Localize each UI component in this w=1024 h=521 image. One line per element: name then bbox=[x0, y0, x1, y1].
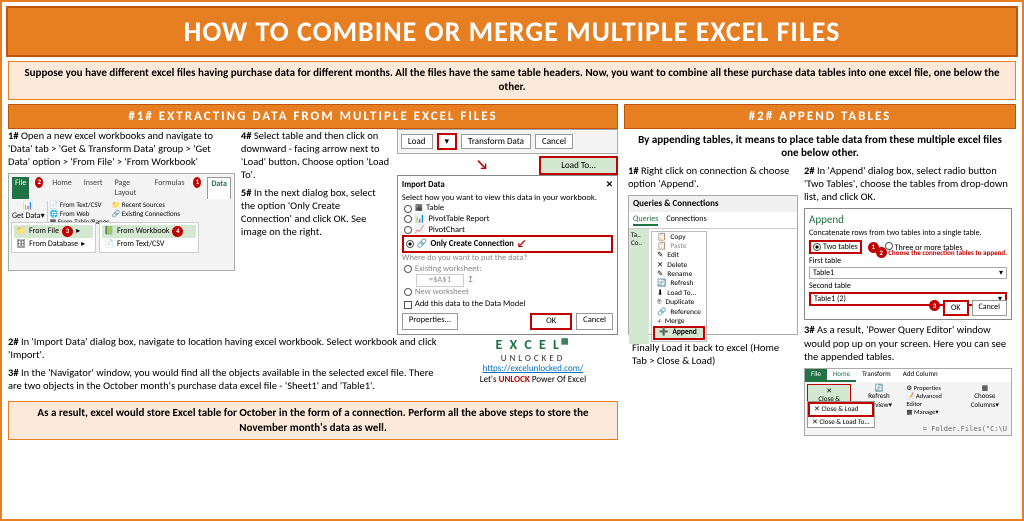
arrow-icon: ↘ bbox=[476, 156, 488, 174]
ctx-paste: 📋 Paste bbox=[653, 242, 705, 251]
first-table-select: Table1▾ bbox=[809, 267, 1007, 279]
append-ok: OK bbox=[943, 300, 968, 316]
import-data-dialog: Import Data ✕ Select how you want to view… bbox=[397, 175, 618, 335]
radio-two-tables: Two tables bbox=[809, 240, 862, 254]
badge-r3: 3 bbox=[929, 300, 940, 311]
badge-3: 3 bbox=[62, 226, 73, 237]
append-title: Append bbox=[809, 213, 1007, 227]
where-label: Where do you want to put the data? bbox=[402, 253, 613, 264]
badge-4: 4 bbox=[172, 226, 183, 237]
pq-props: ⚙ Properties bbox=[906, 384, 956, 392]
opt-pivot: PivotTable Report bbox=[429, 214, 490, 225]
formula-bar: = Folder.Files("C:\U bbox=[923, 425, 1007, 434]
ribbon-tab-insert: Insert bbox=[81, 177, 106, 199]
second-table-label: Second table bbox=[809, 281, 851, 291]
ctx-delete: ✕ Delete bbox=[653, 261, 705, 270]
step2-2: 2# In 'Append' dialog box, select radio … bbox=[804, 164, 1012, 203]
load-toolbar: Load ▾ Transform Data Cancel bbox=[397, 129, 618, 154]
badge-1: 1 bbox=[193, 177, 201, 188]
ctx-duplicate: ⌾ Duplicate bbox=[653, 298, 705, 307]
opt-chart: PivotChart bbox=[429, 225, 465, 236]
section2-intro: By appending tables, it means to place t… bbox=[624, 129, 1016, 165]
tab-connections: Connections bbox=[666, 214, 706, 226]
ribbon-tab-file: File bbox=[12, 177, 29, 199]
ok-button: OK bbox=[530, 313, 572, 330]
menu-from-workbook: 📗 From Workbook 4 bbox=[102, 225, 196, 238]
opt-table: Table bbox=[426, 203, 444, 214]
add-model: Add this data to the Data Model bbox=[415, 299, 525, 310]
dialog-title: Import Data bbox=[402, 180, 445, 191]
intro-text: Suppose you have different excel files h… bbox=[8, 61, 1016, 100]
ribbon-tab-layout: Page Layout bbox=[112, 177, 146, 199]
step-1: 1# Open a new excel workbooks and naviga… bbox=[8, 129, 235, 168]
power-query-ribbon: File Home Transform Add Column ✕Close & … bbox=[804, 368, 1012, 436]
transform-button: Transform Data bbox=[461, 134, 531, 149]
pq-adv: 📝 Advanced Editor bbox=[906, 392, 956, 408]
step2-3: 3# As a result, 'Power Query Editor' win… bbox=[804, 323, 1012, 362]
load-to-option: Load To... bbox=[539, 156, 618, 175]
section-2: #2# APPEND TABLES By appending tables, i… bbox=[624, 104, 1016, 513]
tab-queries: Queries bbox=[633, 214, 658, 226]
panel-title: Queries & Connections bbox=[629, 196, 797, 211]
page-title: HOW TO COMBINE OR MERGE MULTIPLE EXCEL F… bbox=[6, 6, 1018, 57]
close-load-dropdown: ✕ Close & Load ✕ Close & Load To... bbox=[807, 401, 875, 429]
ribbon-tab-home: Home bbox=[49, 177, 75, 199]
get-data-btn: 📊Get Data▾ bbox=[12, 201, 45, 221]
step-5: 5# In the next dialog box, select the op… bbox=[241, 186, 391, 239]
ribbon-tab-data: Data bbox=[207, 177, 231, 199]
pq-manage: ▦ Manage▾ bbox=[906, 408, 956, 416]
website-link[interactable]: https://excelunlocked.com/ bbox=[483, 363, 584, 374]
load-dropdown-icon: ▾ bbox=[437, 133, 458, 150]
drop-close-load-to: ✕ Close & Load To... bbox=[808, 417, 874, 428]
existing-ws: Existing worksheet: bbox=[415, 264, 482, 275]
ctx-merge: ⫞ Merge bbox=[653, 317, 705, 326]
step2-1: 1# Right click on connection & choose op… bbox=[628, 164, 798, 190]
section-1: #1# EXTRACTING DATA FROM MULTIPLE EXCEL … bbox=[8, 104, 618, 513]
ctx-loadto: ⬇ Load To... bbox=[653, 289, 705, 298]
final-load-note: Finally Load it back to excel (Home Tab … bbox=[628, 341, 798, 367]
step-4: 4# Select table and then click on downwa… bbox=[241, 129, 391, 182]
step-3: 3# In the 'Navigator' window, you would … bbox=[8, 366, 440, 392]
pq-tab-transform: Transform bbox=[856, 369, 897, 382]
ctx-append: ➕ Append bbox=[653, 326, 705, 339]
ctx-refresh: 🔄 Refresh bbox=[653, 279, 705, 288]
context-menu: 📋 Copy 📋 Paste ✎ Edit ✕ Delete ✎ Rename … bbox=[651, 231, 707, 342]
ctx-copy: 📋 Copy bbox=[653, 233, 705, 242]
menu-from-db: 🗄 From Database ▸ bbox=[14, 238, 93, 250]
props-button: Properties... bbox=[402, 313, 458, 330]
cancel-button: Cancel bbox=[535, 134, 573, 149]
load-button: Load bbox=[401, 134, 433, 149]
section-1-header: #1# EXTRACTING DATA FROM MULTIPLE EXCEL … bbox=[8, 104, 618, 129]
first-table-label: First table bbox=[809, 256, 841, 266]
excel-unlocked-logo: E X C E L▦ UNLOCKED https://excelunlocke… bbox=[448, 337, 618, 398]
section-2-header: #2# APPEND TABLES bbox=[624, 104, 1016, 129]
cancel-button-2: Cancel bbox=[576, 313, 613, 330]
append-cancel: Cancel bbox=[972, 300, 1008, 316]
step-2: 2# In 'Import Data' dialog box, navigate… bbox=[8, 335, 440, 361]
menu-from-textcsv: 📄 From Text/CSV bbox=[102, 238, 196, 250]
queries-connections-panel: Queries & Connections Queries Connections… bbox=[628, 195, 798, 335]
append-dialog: Append Concatenate rows from two tables … bbox=[804, 208, 1012, 320]
pq-tab-file: File bbox=[805, 369, 827, 382]
drop-close-load: ✕ Close & Load bbox=[808, 402, 874, 417]
badge-2: 2 bbox=[35, 177, 43, 188]
ctx-reference: 🔗 Reference bbox=[653, 308, 705, 317]
pq-tab-addcol: Add Column bbox=[897, 369, 944, 382]
new-ws: New worksheet bbox=[415, 287, 469, 298]
pq-tab-home: Home bbox=[827, 369, 856, 382]
ctx-edit: ✎ Edit bbox=[653, 251, 705, 260]
opt-connection-row: 🔗 Only Create Connection ↙ bbox=[402, 235, 613, 253]
menu-from-file: 📁 From File 3 ▸ bbox=[14, 225, 93, 238]
choose-cols: ▦Choose Columns▾ bbox=[961, 384, 1009, 410]
close-icon: ✕ bbox=[606, 180, 613, 191]
menu-existing: 🔗 Existing Connections bbox=[111, 210, 180, 219]
append-note: 2 Choose the connection tables to append… bbox=[876, 247, 1007, 258]
excel-ribbon-mock: File 2 Home Insert Page Layout Formulas … bbox=[8, 173, 235, 271]
dialog-subtitle: Select how you want to view this data in… bbox=[402, 193, 613, 204]
append-sub: Concatenate rows from two tables into a … bbox=[809, 228, 1007, 238]
cell-ref: =$A$1 bbox=[416, 274, 464, 287]
result-note: As a result, excel would store Excel tab… bbox=[8, 401, 618, 440]
ribbon-tab-formulas: Formulas bbox=[152, 177, 188, 199]
